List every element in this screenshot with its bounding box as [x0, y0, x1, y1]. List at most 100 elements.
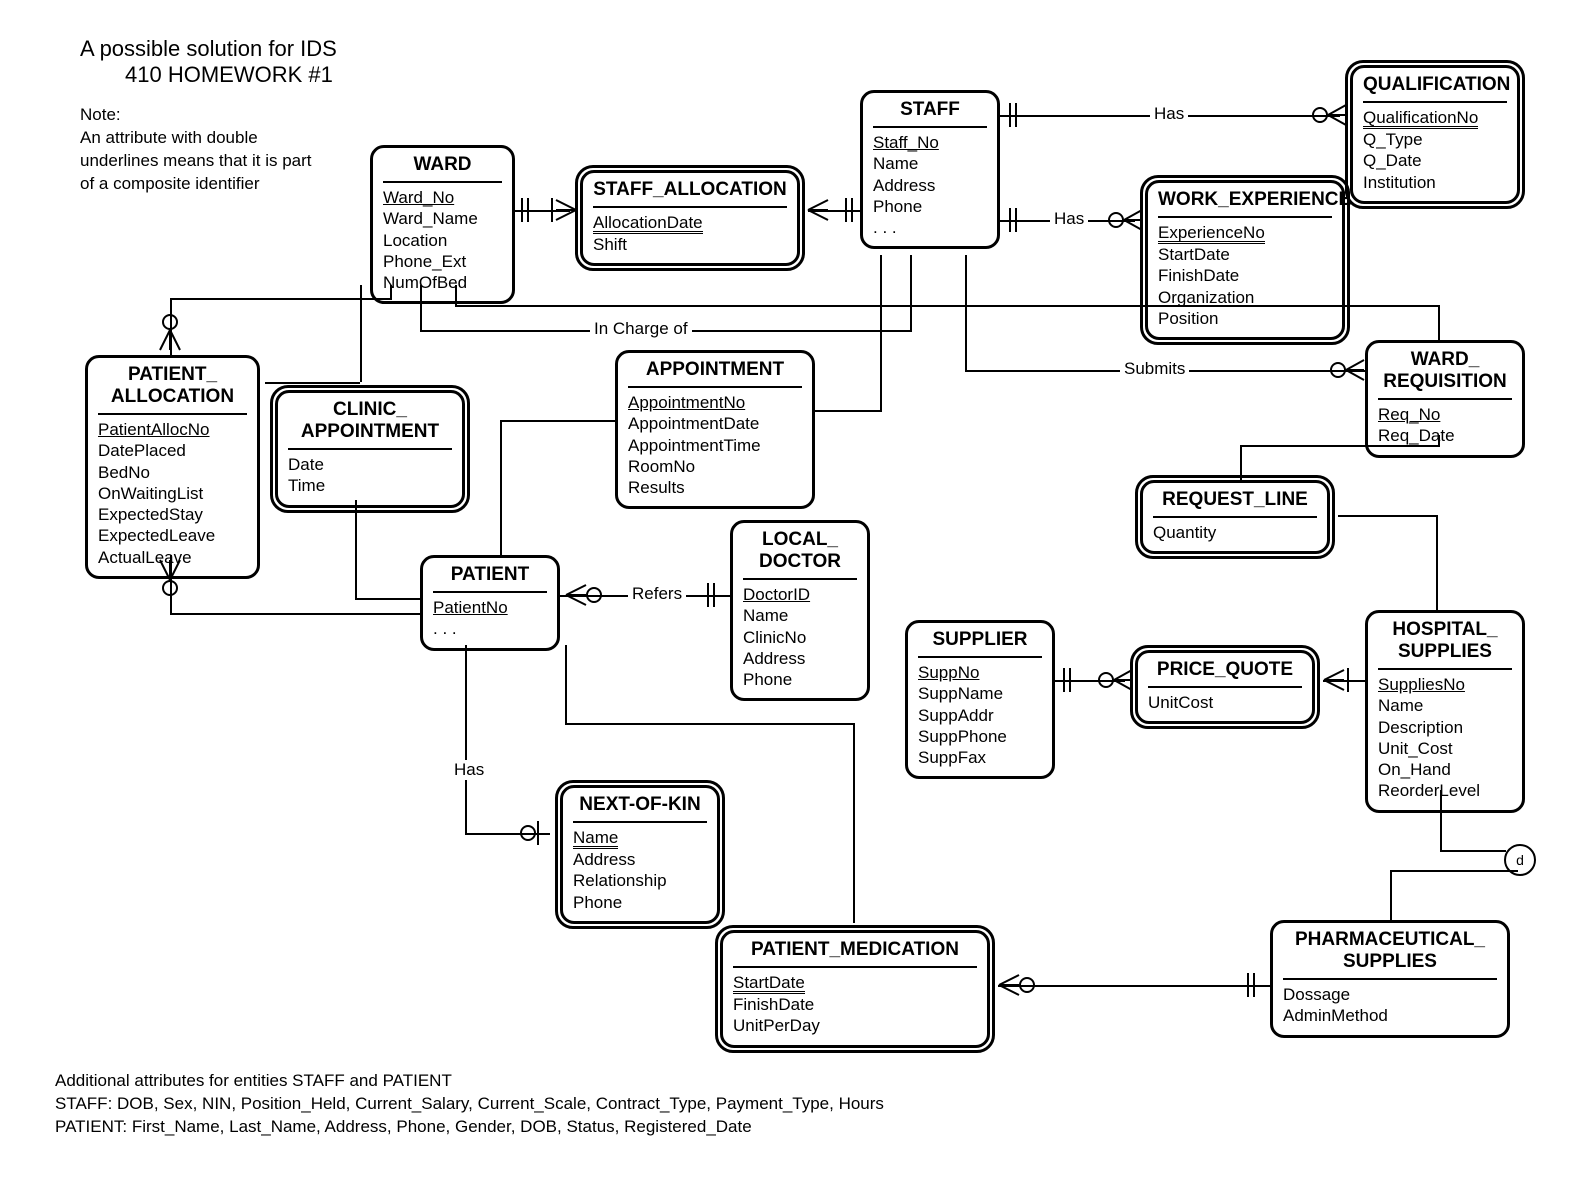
entity-attributes: QualificationNoQ_TypeQ_DateInstitution [1363, 101, 1507, 193]
entity-attribute: Name [573, 827, 707, 849]
entity-appointment: APPOINTMENTAppointmentNoAppointmentDateA… [615, 350, 815, 509]
entity-attributes: UnitCost [1148, 686, 1302, 713]
note-l1: Note: [80, 104, 380, 127]
edge [420, 285, 422, 332]
entity-attribute: Time [288, 475, 452, 496]
entity-request-line: REQUEST_LINEQuantity [1140, 480, 1330, 554]
title-line-1: A possible solution for IDS [80, 36, 337, 62]
edge [965, 255, 967, 370]
entity-attribute: Shift [593, 234, 787, 255]
entity-attribute: FinishDate [733, 994, 977, 1015]
footer-l1: Additional attributes for entities STAFF… [55, 1070, 884, 1093]
edge [265, 382, 360, 384]
entity-pharmaceutical-supplies: PHARMACEUTICAL_ SUPPLIESDossageAdminMeth… [1270, 920, 1510, 1038]
entity-attribute: Quantity [1153, 522, 1317, 543]
entity-title: CLINIC_ APPOINTMENT [288, 399, 452, 445]
entity-attribute: Name [1378, 695, 1512, 716]
edge [853, 723, 855, 923]
entity-attribute: ActualLeave [98, 547, 247, 568]
entity-attribute: Results [628, 477, 802, 498]
entity-attribute: AppointmentNo [628, 392, 802, 413]
edge [998, 985, 1270, 987]
edge [1390, 870, 1392, 920]
edge [1438, 305, 1440, 340]
rel-has-qualification: Has [1150, 104, 1188, 124]
entity-attribute: Dossage [1283, 984, 1497, 1005]
edge [1055, 680, 1125, 682]
edge [910, 255, 912, 332]
note-l2: An attribute with double [80, 127, 380, 150]
entity-attribute: NumOfBed [383, 272, 502, 293]
entity-attribute: Req_Date [1378, 425, 1512, 446]
footer-l2: STAFF: DOB, Sex, NIN, Position_Held, Cur… [55, 1093, 884, 1116]
edge [170, 555, 172, 615]
edge [1438, 435, 1440, 447]
entity-attribute: SuppPhone [918, 726, 1042, 747]
entity-attribute: ExpectedStay [98, 504, 247, 525]
entity-attribute: ExperienceNo [1158, 222, 1332, 244]
entity-attribute: Ward_Name [383, 208, 502, 229]
entity-ward-requisition: WARD_ REQUISITIONReq_NoReq_Date [1365, 340, 1525, 458]
entity-attributes: Quantity [1153, 516, 1317, 543]
entity-attribute: Phone [873, 196, 987, 217]
entity-qualification: QUALIFICATION QualificationNoQ_TypeQ_Date… [1350, 65, 1520, 204]
entity-attributes: NameAddressRelationshipPhone [573, 821, 707, 913]
entity-attribute: DoctorID [743, 584, 857, 605]
entity-title: PHARMACEUTICAL_ SUPPLIES [1283, 929, 1497, 975]
entity-attribute: Staff_No [873, 132, 987, 153]
entity-attribute: Name [743, 605, 857, 626]
entity-attribute: AppointmentDate [628, 413, 802, 434]
entity-title: PATIENT_MEDICATION [733, 939, 977, 963]
entity-staff-allocation: STAFF_ALLOCATIONAllocationDateShift [580, 170, 800, 266]
entity-attribute: Q_Date [1363, 150, 1507, 171]
entity-attribute: AppointmentTime [628, 435, 802, 456]
entity-attribute: Q_Type [1363, 129, 1507, 150]
edge [355, 598, 420, 600]
entity-title: STAFF [873, 99, 987, 123]
entity-attributes: AppointmentNoAppointmentDateAppointmentT… [628, 386, 802, 498]
entity-attributes: AllocationDateShift [593, 206, 787, 255]
entity-attribute: SuppName [918, 683, 1042, 704]
entity-attribute: . . . [873, 217, 987, 238]
entity-attribute: On_Hand [1378, 759, 1512, 780]
footer-l3: PATIENT: First_Name, Last_Name, Address,… [55, 1116, 884, 1139]
entity-attributes: DossageAdminMethod [1283, 978, 1497, 1027]
entity-attribute: Phone_Ext [383, 251, 502, 272]
edge [465, 645, 467, 835]
entity-attribute: Address [743, 648, 857, 669]
entity-attribute: Address [573, 849, 707, 870]
entity-attribute: ClinicNo [743, 627, 857, 648]
entity-attribute: StartDate [1158, 244, 1332, 265]
entity-attribute: OnWaitingList [98, 483, 247, 504]
edge [1240, 445, 1242, 480]
entity-title: QUALIFICATION [1363, 74, 1507, 98]
entity-attribute: QualificationNo [1363, 107, 1507, 129]
title-line-2: 410 HOMEWORK #1 [125, 62, 333, 88]
entity-attribute: SuppAddr [918, 705, 1042, 726]
entity-attributes: ExperienceNoStartDateFinishDateOrganizat… [1158, 216, 1332, 329]
entity-attribute: Address [873, 175, 987, 196]
edge [170, 298, 172, 355]
note-block: Note: An attribute with double underline… [80, 104, 380, 196]
entity-title: WARD [383, 154, 502, 178]
edge [1323, 680, 1365, 682]
entity-attribute: Unit_Cost [1378, 738, 1512, 759]
entity-title: WORK_EXPERIENCE [1158, 189, 1332, 213]
entity-attributes: Staff_NoNameAddressPhone. . . [873, 126, 987, 238]
edge [515, 210, 570, 212]
rel-in-charge-of: In Charge of [590, 319, 692, 339]
rel-submits: Submits [1120, 359, 1189, 379]
edge [815, 410, 882, 412]
edge [1440, 850, 1506, 852]
entity-title: PATIENT_ ALLOCATION [98, 364, 247, 410]
entity-title: WARD_ REQUISITION [1378, 349, 1512, 395]
er-diagram: A possible solution for IDS 410 HOMEWORK… [0, 0, 1590, 1183]
edge [465, 833, 550, 835]
entity-attributes: Req_NoReq_Date [1378, 398, 1512, 447]
edge [565, 645, 567, 725]
entity-ward: WARDWard_NoWard_NameLocationPhone_ExtNum… [370, 145, 515, 304]
entity-attribute: Description [1378, 717, 1512, 738]
edge [355, 500, 357, 600]
entity-price-quote: PRICE_QUOTEUnitCost [1135, 650, 1315, 724]
edge [565, 723, 855, 725]
